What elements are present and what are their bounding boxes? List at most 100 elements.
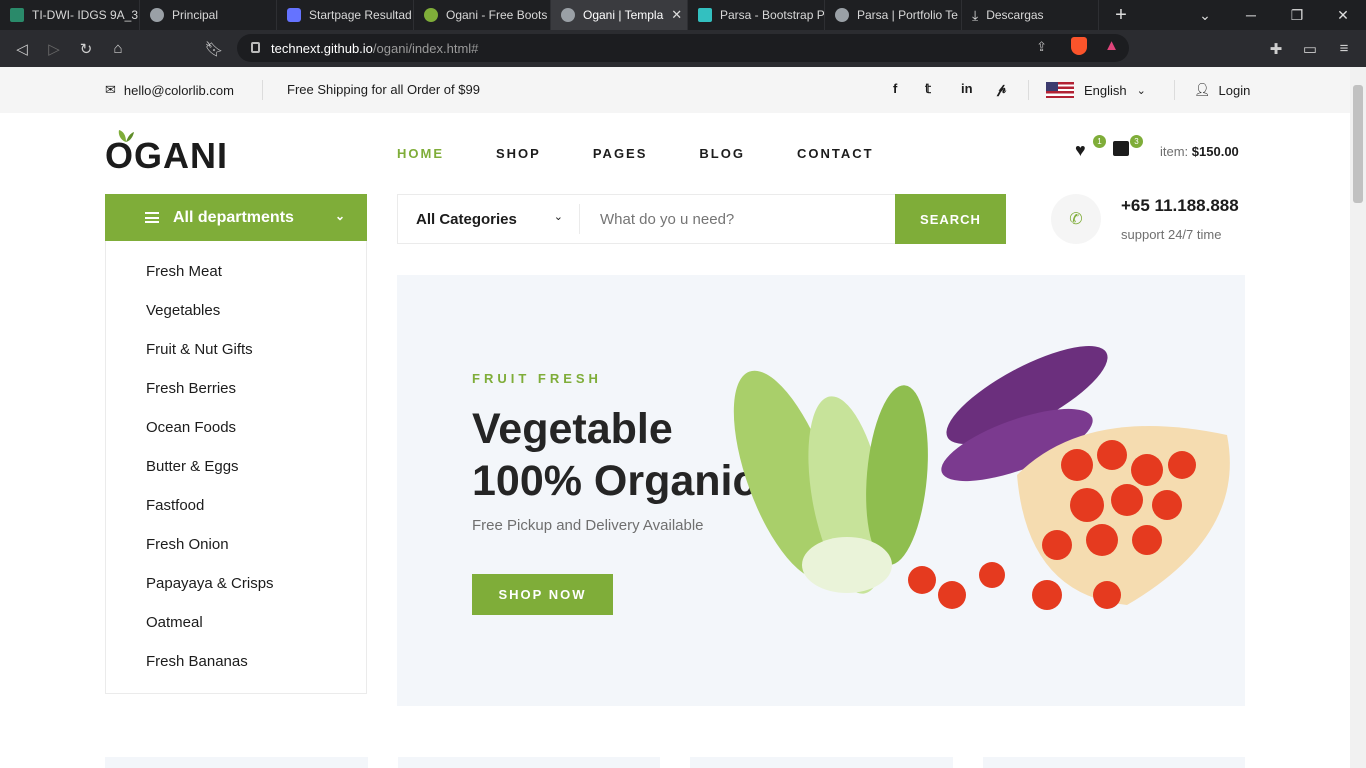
browser-tab-strip: TI-DWI- IDGS 9A_3 Principal Startpage Re…: [0, 0, 1366, 30]
browser-toolbar: ◁ ▷ ↻ ⌂ 🔖︎ technext.github.io/ogani/inde…: [0, 30, 1366, 67]
home-icon[interactable]: ⌂: [102, 30, 134, 67]
support-text: support 24/7 time: [1121, 227, 1222, 242]
category-card[interactable]: [397, 757, 660, 768]
category-strip: [105, 757, 1245, 768]
address-bar[interactable]: technext.github.io/ogani/index.html# ⇪ ▲: [237, 34, 1129, 62]
tab-list-chevron-icon[interactable]: ⌄: [1182, 0, 1228, 30]
minimize-icon[interactable]: ─: [1228, 0, 1274, 30]
department-item[interactable]: Fresh Bananas: [106, 642, 366, 681]
hero-banner: FRUIT FRESH Vegetable 100% Organic Free P…: [397, 275, 1245, 706]
department-item[interactable]: Vegetables: [106, 291, 366, 330]
pinterest-icon[interactable]: 𝓅: [997, 81, 1006, 97]
hamburger-icon: [145, 212, 159, 223]
browser-tab[interactable]: Ogani - Free Boots: [414, 0, 551, 30]
browser-tab[interactable]: Principal: [140, 0, 277, 30]
browser-tab[interactable]: Parsa | Portfolio Te: [825, 0, 962, 30]
nav-contact[interactable]: CONTACT: [797, 146, 874, 161]
phone-icon: ✆: [1051, 194, 1101, 244]
category-card[interactable]: [105, 757, 368, 768]
nav-shop[interactable]: SHOP: [496, 146, 541, 161]
download-icon: ⤓: [972, 6, 979, 23]
category-card[interactable]: [982, 757, 1245, 768]
main-nav: HOME SHOP PAGES BLOG CONTACT: [397, 146, 926, 161]
category-select[interactable]: All Categories ⌄: [398, 204, 580, 234]
forward-icon[interactable]: ▷: [38, 30, 70, 67]
restore-icon[interactable]: ❐: [1274, 0, 1320, 30]
cart-total: item: $150.00: [1160, 144, 1239, 159]
email-contact[interactable]: ✉ hello@colorlib.com: [105, 82, 234, 98]
divider: [1174, 80, 1175, 100]
department-item[interactable]: Fresh Onion: [106, 525, 366, 564]
twitter-icon[interactable]: 𝕥: [925, 81, 931, 97]
url-path: /ogani/index.html#: [372, 40, 479, 56]
shop-now-button[interactable]: SHOP NOW: [472, 574, 613, 615]
shipping-notice: Free Shipping for all Order of $99: [287, 82, 480, 97]
wallet-icon[interactable]: ▭: [1294, 30, 1326, 67]
back-icon[interactable]: ◁: [6, 30, 38, 67]
department-item[interactable]: Fastfood: [106, 486, 366, 525]
phone-number[interactable]: +65 11.188.888: [1121, 196, 1239, 216]
facebook-icon[interactable]: f: [893, 81, 897, 96]
divider: [1028, 80, 1029, 100]
share-icon[interactable]: ⇪: [1036, 39, 1047, 55]
department-item[interactable]: Fruit & Nut Gifts: [106, 330, 366, 369]
nav-pages[interactable]: PAGES: [593, 146, 648, 161]
globe-icon: [150, 8, 164, 22]
department-item[interactable]: Papayaya & Crisps: [106, 564, 366, 603]
top-info-bar: ✉ hello@colorlib.com Free Shipping for a…: [0, 67, 1350, 113]
parsa-icon: [698, 8, 712, 22]
search-button[interactable]: SEARCH: [895, 194, 1006, 244]
us-flag-icon: [1046, 82, 1074, 98]
department-item[interactable]: Butter & Eggs: [106, 447, 366, 486]
linkedin-icon[interactable]: in: [961, 81, 973, 96]
lock-icon: [251, 42, 260, 53]
tab-favicon-icon: [10, 8, 24, 22]
user-icon: 👤︎: [1194, 82, 1211, 97]
site-logo[interactable]: OGANI: [105, 135, 228, 177]
department-item[interactable]: Fresh Meat: [106, 252, 366, 291]
browser-tab[interactable]: ⤓ Descargas: [962, 0, 1099, 30]
browser-tab[interactable]: Startpage Resultad: [277, 0, 414, 30]
chevron-down-icon: ⌄: [553, 211, 563, 223]
all-departments-toggle[interactable]: All departments ⌄: [105, 194, 367, 241]
web-page: ✉ hello@colorlib.com Free Shipping for a…: [0, 67, 1350, 768]
heart-icon[interactable]: ♥: [1075, 140, 1086, 161]
brave-shield-icon[interactable]: [1071, 37, 1087, 55]
browser-tab[interactable]: TI-DWI- IDGS 9A_3: [0, 0, 140, 30]
shopping-bag-icon[interactable]: [1113, 141, 1129, 156]
nav-blog[interactable]: BLOG: [699, 146, 745, 161]
departments-list: Fresh Meat Vegetables Fruit & Nut Gifts …: [105, 241, 367, 694]
startpage-icon: [287, 8, 301, 22]
wishlist-count-badge: 1: [1093, 135, 1106, 148]
divider: [262, 80, 263, 100]
globe-icon: [561, 8, 575, 22]
brave-rewards-icon[interactable]: ▲: [1104, 37, 1119, 54]
scrollbar-thumb[interactable]: [1353, 85, 1363, 203]
extensions-icon[interactable]: ✚: [1260, 30, 1292, 67]
close-window-icon[interactable]: ✕: [1320, 0, 1366, 30]
login-link[interactable]: 👤︎ Login: [1194, 82, 1250, 98]
reload-icon[interactable]: ↻: [70, 30, 102, 67]
new-tab-icon[interactable]: +: [1098, 0, 1144, 30]
globe-icon: [835, 8, 849, 22]
envelope-icon: ✉: [105, 82, 116, 97]
search-form: All Categories ⌄ SEARCH: [397, 194, 1006, 244]
language-selector[interactable]: English ⌄: [1046, 82, 1146, 98]
chevron-down-icon: ⌄: [1136, 84, 1146, 97]
menu-icon[interactable]: ≡: [1328, 30, 1360, 67]
nav-home[interactable]: HOME: [397, 146, 444, 161]
department-item[interactable]: Oatmeal: [106, 603, 366, 642]
hero-kicker: FRUIT FRESH: [472, 371, 602, 386]
bookmark-icon[interactable]: 🔖︎: [198, 30, 230, 67]
search-input[interactable]: [580, 204, 895, 234]
chevron-down-icon: ⌄: [334, 209, 345, 223]
browser-tab-active[interactable]: Ogani | Templa ✕: [551, 0, 688, 30]
department-item[interactable]: Ocean Foods: [106, 408, 366, 447]
category-card[interactable]: [690, 757, 953, 768]
department-item[interactable]: Fresh Berries: [106, 369, 366, 408]
close-tab-icon[interactable]: ✕: [671, 7, 682, 23]
browser-tab[interactable]: Parsa - Bootstrap P: [688, 0, 825, 30]
ogani-leaf-icon: [424, 8, 438, 22]
url-host: technext.github.io: [271, 40, 373, 56]
page-scrollbar[interactable]: [1350, 67, 1366, 768]
